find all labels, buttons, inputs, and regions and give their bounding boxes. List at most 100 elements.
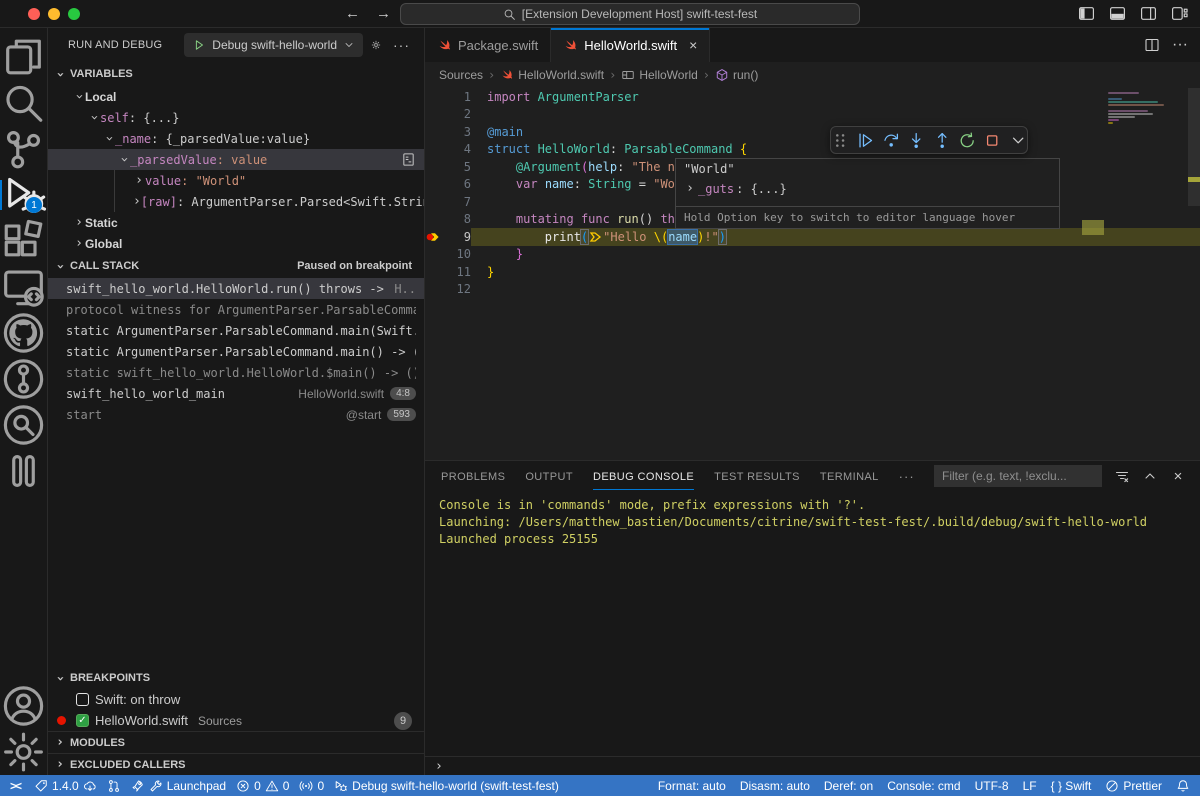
- breakpoint-row[interactable]: Swift: on throw: [48, 689, 424, 710]
- statusbar-version-badge[interactable]: 1.4.0: [34, 779, 97, 793]
- gutter[interactable]: [425, 211, 443, 229]
- statusbar-debug-status[interactable]: Debug swift-hello-world (swift-test-fest…: [334, 779, 559, 793]
- editor-more-icon[interactable]: ···: [1172, 36, 1188, 54]
- gutter[interactable]: [425, 281, 443, 299]
- activity-run-and-debug[interactable]: 1: [0, 172, 47, 218]
- breakpoint-row[interactable]: ✓HelloWorld.swiftSources9: [48, 710, 424, 731]
- activity-github[interactable]: [0, 310, 47, 356]
- split-editor-icon[interactable]: [1144, 37, 1160, 53]
- statusbar-prettier[interactable]: Prettier: [1105, 779, 1162, 793]
- code-line-1[interactable]: 1import ArgumentParser: [425, 88, 1200, 106]
- debug-config-dropdown[interactable]: Debug swift-hello-world: [184, 33, 363, 57]
- editor-tab-package-swift[interactable]: Package.swift: [425, 28, 551, 62]
- restart-button[interactable]: [958, 131, 976, 150]
- code-line-12[interactable]: 12: [425, 281, 1200, 299]
- activity-pause-bars[interactable]: [0, 448, 47, 494]
- code-line-10[interactable]: 10 }: [425, 246, 1200, 264]
- statusbar-launchpad[interactable]: Launchpad: [131, 779, 226, 793]
- activity-extensions[interactable]: [0, 218, 47, 264]
- variables-header[interactable]: › VARIABLES: [48, 62, 424, 86]
- variable-row[interactable]: ›Global: [48, 233, 424, 254]
- forward-icon[interactable]: →: [376, 5, 391, 22]
- variable-row[interactable]: ›Static: [48, 212, 424, 233]
- activity-settings[interactable]: [0, 729, 47, 775]
- breakpoints-header[interactable]: › BREAKPOINTS: [48, 667, 424, 689]
- editor-tab-helloworld-swift[interactable]: HelloWorld.swift×: [551, 28, 710, 62]
- breadcrumb-item[interactable]: Sources: [439, 68, 483, 82]
- code-line-3[interactable]: 3@main: [425, 123, 1200, 141]
- variable-row[interactable]: ›_name: {_parsedValue:value}: [48, 128, 424, 149]
- code-editor[interactable]: 1import ArgumentParser23@main4struct Hel…: [425, 88, 1200, 460]
- activity-source-control[interactable]: [0, 126, 47, 172]
- variable-row[interactable]: ›[raw]: ArgumentParser.Parsed<Swift.Stri…: [48, 191, 424, 212]
- back-icon[interactable]: ←: [345, 5, 360, 22]
- panel-tab-debug-console[interactable]: DEBUG CONSOLE: [593, 463, 694, 490]
- drag-handle-button[interactable]: [831, 131, 849, 150]
- statusbar-problems-status[interactable]: 00: [236, 779, 289, 793]
- activity-remote-explorer[interactable]: [0, 264, 47, 310]
- statusbar-encoding[interactable]: UTF-8: [975, 779, 1009, 793]
- stack-frame[interactable]: swift_hello_world_mainHelloWorld.swift4:…: [48, 383, 424, 404]
- filter-icon[interactable]: [1114, 468, 1130, 484]
- panel-tab-test-results[interactable]: TEST RESULTS: [714, 463, 800, 489]
- minimize-window-button[interactable]: [48, 8, 60, 20]
- panel-tab-problems[interactable]: PROBLEMS: [441, 463, 505, 489]
- stack-frame[interactable]: static ArgumentParser.ParsableCommand.ma…: [48, 341, 424, 362]
- close-tab-icon[interactable]: ×: [689, 37, 697, 53]
- gutter[interactable]: [425, 158, 443, 176]
- activity-gitlens-inspect[interactable]: [0, 402, 47, 448]
- statusbar-console-mode[interactable]: Console: cmd: [887, 779, 960, 793]
- gutter[interactable]: [425, 88, 443, 106]
- step-out-button[interactable]: [933, 131, 951, 150]
- layout-sidebar-right-icon[interactable]: [1140, 5, 1157, 22]
- panel-tab-output[interactable]: OUTPUT: [525, 463, 573, 489]
- command-center[interactable]: [Extension Development Host] swift-test-…: [400, 3, 860, 25]
- view-binary-icon[interactable]: [401, 152, 416, 167]
- step-into-button[interactable]: [907, 131, 925, 150]
- call-stack-header[interactable]: › CALL STACK Paused on breakpoint: [48, 254, 424, 278]
- maximize-window-button[interactable]: [68, 8, 80, 20]
- statusbar-notifications[interactable]: [1176, 779, 1190, 793]
- stop-button[interactable]: [983, 131, 1001, 150]
- gear-icon[interactable]: [371, 36, 381, 54]
- variable-row[interactable]: ›Local: [48, 86, 424, 107]
- breadcrumb-item[interactable]: HelloWorld.swift: [500, 68, 604, 82]
- excluded-callers-header[interactable]: ›EXCLUDED CALLERS: [48, 753, 424, 775]
- statusbar-ports-status[interactable]: 0: [299, 779, 324, 793]
- panel-more-icon[interactable]: ···: [899, 469, 915, 484]
- breadcrumb-item[interactable]: HelloWorld: [621, 68, 697, 82]
- layout-panel-icon[interactable]: [1109, 5, 1126, 22]
- statusbar-language-mode[interactable]: { } Swift: [1051, 779, 1092, 793]
- gutter[interactable]: [425, 123, 443, 141]
- close-panel-icon[interactable]: ×: [1170, 468, 1186, 484]
- continue-button[interactable]: [856, 131, 874, 150]
- layout-custom-icon[interactable]: [1171, 5, 1188, 22]
- debug-console-input[interactable]: ›: [425, 756, 1200, 775]
- code-line-4[interactable]: 4struct HelloWorld: ParsableCommand {: [425, 141, 1200, 159]
- editor-scrollbar[interactable]: [1188, 88, 1200, 460]
- variable-row[interactable]: ›self: {...}: [48, 107, 424, 128]
- statusbar-deref-mode[interactable]: Deref: on: [824, 779, 873, 793]
- close-window-button[interactable]: [28, 8, 40, 20]
- statusbar-disasm-mode[interactable]: Disasm: auto: [740, 779, 810, 793]
- variable-row[interactable]: ›value: "World": [48, 170, 424, 191]
- breakpoint-checkbox[interactable]: ✓: [76, 714, 89, 727]
- step-over-button[interactable]: [882, 131, 900, 150]
- breadcrumb-item[interactable]: run(): [715, 68, 758, 82]
- stack-frame[interactable]: start@start593: [48, 404, 424, 425]
- sidebar-more-icon[interactable]: ···: [389, 37, 414, 53]
- activity-gitlens[interactable]: [0, 356, 47, 402]
- stack-frame[interactable]: swift_hello_world.HelloWorld.run() throw…: [48, 278, 424, 299]
- gutter[interactable]: [425, 228, 443, 246]
- gutter[interactable]: [425, 193, 443, 211]
- stack-frame[interactable]: static ArgumentParser.ParsableCommand.ma…: [48, 320, 424, 341]
- layout-sidebar-left-icon[interactable]: [1078, 5, 1095, 22]
- panel-tab-terminal[interactable]: TERMINAL: [820, 463, 879, 489]
- gutter[interactable]: [425, 176, 443, 194]
- modules-header[interactable]: ›MODULES: [48, 731, 424, 753]
- start-debug-icon[interactable]: [192, 38, 206, 52]
- stack-frame[interactable]: protocol witness for ArgumentParser.Pars…: [48, 299, 424, 320]
- minimap[interactable]: [1108, 92, 1186, 124]
- breakpoint-checkbox[interactable]: [76, 693, 89, 706]
- console-filter-input[interactable]: Filter (e.g. text, !exclu...: [934, 465, 1102, 487]
